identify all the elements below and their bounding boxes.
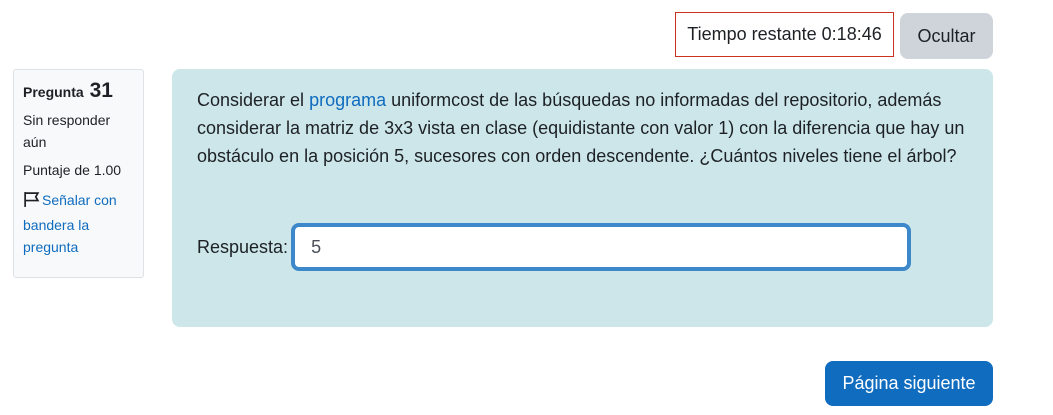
question-grade: Puntaje de 1.00 <box>23 162 122 178</box>
question-info-panel: Pregunta 31 Sin responder aún Puntaje de… <box>13 69 144 278</box>
question-text-start: Considerar el <box>197 90 310 110</box>
timer-label: Tiempo restante <box>687 24 817 44</box>
answer-row: Respuesta: <box>197 223 912 271</box>
hide-timer-button[interactable]: Ocultar <box>900 13 993 59</box>
question-number-heading: Pregunta 31 <box>23 80 134 103</box>
answer-label: Respuesta: <box>197 237 289 257</box>
question-text: Considerar el programa uniformcost de la… <box>197 86 967 170</box>
question-content: Considerar el programa uniformcost de la… <box>172 69 993 327</box>
flag-icon <box>23 191 40 214</box>
answer-input[interactable] <box>291 223 912 271</box>
flag-question-link[interactable]: Señalar con bandera la pregunta <box>23 189 134 258</box>
next-page-button[interactable]: Página siguiente <box>825 361 993 406</box>
question-number: 31 <box>89 79 113 102</box>
timer-box: Tiempo restante 0:18:46 <box>675 12 894 57</box>
timer-value: 0:18:46 <box>821 24 882 44</box>
question-status: Sin responder aún <box>23 112 111 150</box>
question-label: Pregunta <box>23 84 84 100</box>
program-link[interactable]: programa <box>309 90 386 110</box>
